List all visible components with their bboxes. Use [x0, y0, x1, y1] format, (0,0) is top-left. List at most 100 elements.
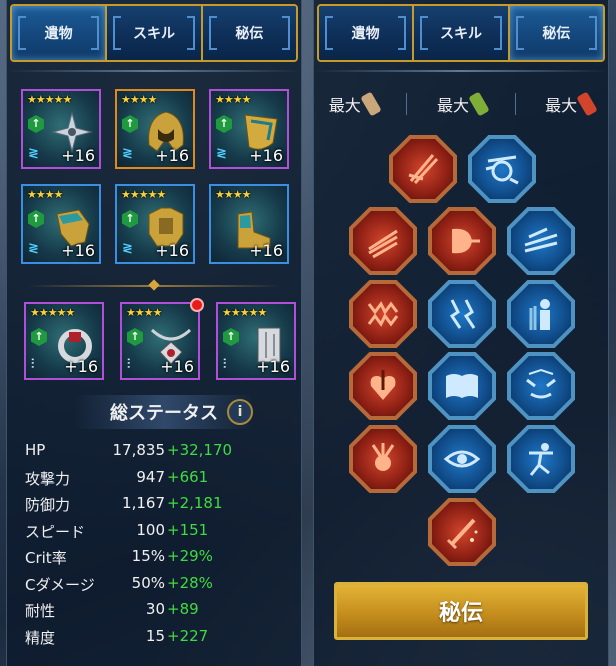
claw-slash-icon [368, 229, 398, 259]
gear-level: +16 [160, 357, 194, 376]
star-rating: ★★★★★ [27, 93, 72, 106]
total-stats-title: 総ステータス [110, 403, 218, 424]
upgrade-arrow-icon: ↑ [122, 210, 138, 228]
mastery-explosion-swords[interactable] [349, 425, 417, 493]
stats-table: HP 17,835 +32,170 攻撃力 947 +661 防御力 1,167… [25, 438, 295, 650]
masteries-button[interactable]: 秘伝 [334, 582, 588, 640]
star-rating: ★★★★ [27, 188, 63, 201]
upgrade-arrow-icon: ↑ [28, 115, 44, 133]
accessory-slot-banner[interactable]: ★★★★★ ↑ ⫶ +16 [216, 302, 296, 380]
accessory-slot-ring[interactable]: ★★★★★ ↑ ⫶ +16 [24, 302, 104, 380]
gear-slot-helmet[interactable]: ★★★★ ↑ ≷ +16 [115, 89, 195, 169]
info-icon[interactable]: i [227, 399, 253, 425]
stat-row-crit-damage: Cダメージ 50% +28% [25, 571, 295, 598]
stat-bonus: +32,170 [167, 441, 233, 459]
stat-row-defense: 防御力 1,167 +2,181 [25, 491, 295, 518]
mastery-fanged-maw[interactable] [349, 280, 417, 348]
dancing-figure-icon [529, 443, 553, 476]
open-book-icon [446, 374, 478, 398]
stat-row-hp: HP 17,835 +32,170 [25, 438, 295, 465]
stat-label: Cダメージ [25, 575, 95, 594]
star-rating: ★★★★ [215, 188, 251, 201]
stat-base: 15 [145, 626, 165, 645]
lightning-legs-icon [449, 299, 476, 329]
upgrade-arrow-icon: ↑ [223, 328, 239, 346]
mastery-shield-bash[interactable] [428, 207, 496, 275]
mastery-sword-hand[interactable] [428, 498, 496, 566]
gear-level: +16 [64, 357, 98, 376]
mastery-claw-slash[interactable] [349, 207, 417, 275]
stat-row-attack: 攻撃力 947 +661 [25, 465, 295, 492]
frame-divider [314, 70, 608, 72]
star-rating: ★★★★★ [30, 306, 75, 319]
frame-divider [7, 70, 301, 72]
max-offense: 最大 [329, 91, 382, 117]
stat-label: 攻撃力 [25, 469, 71, 488]
potion-tan-icon [360, 91, 382, 117]
gear-level: +16 [249, 241, 283, 260]
stat-bonus: +29% [167, 547, 213, 565]
set-speed-icon: ≷ [122, 146, 133, 161]
explosion-swords-icon [371, 443, 395, 471]
mastery-dancing-figure[interactable] [507, 425, 575, 493]
mastery-fist-impact[interactable] [468, 135, 536, 203]
tab-skills[interactable]: スキル [414, 6, 510, 60]
tab-artifacts[interactable]: 遺物 [319, 6, 415, 60]
stat-base: 15% [131, 547, 165, 565]
mastery-lightning-legs[interactable] [428, 280, 496, 348]
masteries-panel: 遺物 スキル 秘伝 最大 最大 最大 秘伝 [313, 0, 609, 666]
gear-slot-gloves[interactable]: ★★★★ ↑ ≷ +16 [21, 184, 101, 264]
mastery-shadow-figures[interactable] [507, 280, 575, 348]
upgrade-arrow-icon: ↑ [127, 328, 143, 346]
stat-base: 100 [136, 520, 165, 539]
gear-slot-shield[interactable]: ★★★★ ↑ ≷ +16 [209, 89, 289, 169]
mastery-eye[interactable] [428, 425, 496, 493]
gear-slot-chest[interactable]: ★★★★★ ↑ ≷ +16 [115, 184, 195, 264]
notification-dot-icon [190, 298, 204, 312]
stat-label: スピード [25, 522, 86, 541]
stat-bonus: +2,181 [167, 494, 223, 512]
gear-level: +16 [249, 146, 283, 165]
mastery-menacing-face[interactable] [507, 352, 575, 420]
mastery-blade-strike[interactable] [389, 135, 457, 203]
eye-icon [443, 450, 481, 468]
stat-label: Crit率 [25, 549, 67, 567]
stat-base: 30 [145, 600, 165, 618]
stat-label: HP [25, 441, 46, 459]
star-rating: ★★★★★ [222, 306, 267, 319]
stat-base: 1,167 [122, 494, 165, 512]
gear-level: +16 [61, 241, 95, 260]
accessory-slot-amulet[interactable]: ★★★★ ↑ ⫶ +16 [120, 298, 204, 380]
faction-icon: ⫶ [31, 357, 35, 372]
set-speed-icon: ≷ [122, 241, 133, 256]
wind-blade-icon [524, 227, 558, 253]
stat-row-accuracy: 精度 15 +227 [25, 624, 295, 651]
left-tab-bar: 遺物 スキル 秘伝 [10, 4, 298, 62]
stat-base: 947 [136, 467, 165, 486]
mastery-max-row: 最大 最大 最大 [314, 90, 608, 118]
tab-masteries[interactable]: 秘伝 [509, 6, 603, 60]
gear-slot-boots[interactable]: ★★★★ +16 [209, 184, 289, 264]
stat-base: 50% [131, 573, 165, 592]
separator [406, 93, 408, 115]
mastery-open-book[interactable] [428, 352, 496, 420]
stat-bonus: +28% [167, 573, 213, 592]
stat-bonus: +89 [167, 600, 199, 618]
fanged-maw-icon [367, 301, 399, 327]
tab-skills[interactable]: スキル [107, 6, 203, 60]
gear-panel: 遺物 スキル 秘伝 ★★★★★ ↑ ≷ +16 ★★★★ ↑ ≷ +16 ★★★… [6, 0, 302, 666]
mastery-wind-blade[interactable] [507, 207, 575, 275]
mastery-bleeding-heart[interactable] [349, 352, 417, 420]
menacing-face-icon [526, 368, 556, 399]
separator [514, 93, 516, 115]
blade-strike-icon [408, 154, 439, 185]
gear-slot-weapon[interactable]: ★★★★★ ↑ ≷ +16 [21, 89, 101, 169]
divider-gem-icon [148, 279, 160, 291]
max-label: 最大 [436, 96, 469, 115]
section-divider [27, 279, 281, 291]
faction-icon: ⫶ [127, 357, 131, 372]
tab-masteries[interactable]: 秘伝 [202, 6, 296, 60]
tab-artifacts[interactable]: 遺物 [12, 6, 108, 60]
fist-impact-icon [485, 155, 519, 185]
set-speed-icon: ≷ [216, 146, 227, 161]
